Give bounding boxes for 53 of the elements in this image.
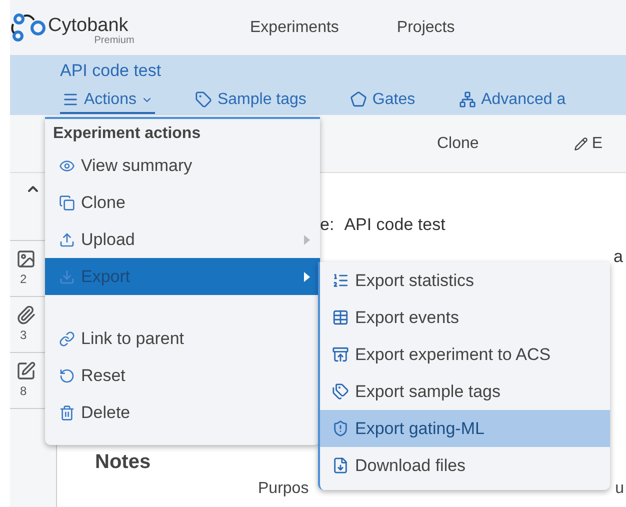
menu-item[interactable]: View summary — [45, 147, 320, 184]
paperclip-icon[interactable] — [16, 305, 36, 325]
item-count: 2 — [20, 272, 27, 286]
purpose-label: Purpos — [258, 480, 309, 498]
text-fragment: u — [615, 480, 624, 498]
trash-icon — [59, 404, 75, 420]
menu-item[interactable]: Export experiment to ACS — [320, 336, 610, 373]
text-fragment: a — [614, 247, 623, 267]
menu-item[interactable]: Upload — [45, 221, 320, 258]
nav-link[interactable]: Projects — [396, 18, 455, 36]
name-value: API code test — [344, 215, 446, 235]
logo-icon — [10, 12, 48, 44]
file-download-icon — [332, 457, 349, 474]
menu-header: Experiment actions — [52, 124, 202, 144]
nav-link[interactable]: Experiments — [250, 18, 339, 36]
notes-heading: Notes — [95, 451, 151, 474]
edit-button[interactable]: E — [574, 134, 602, 152]
list-icon — [332, 272, 349, 289]
archive-icon — [332, 346, 349, 363]
upload-icon — [59, 232, 75, 248]
download-icon — [59, 268, 75, 284]
logo-subtitle: Premium — [94, 36, 134, 46]
menu-item[interactable]: Export events — [320, 299, 610, 336]
menu-item[interactable]: Export sample tags — [320, 373, 610, 410]
pencil-icon — [574, 136, 588, 150]
hierarchy-icon — [459, 91, 476, 108]
table-icon — [332, 309, 349, 326]
menu-icon — [62, 91, 79, 108]
tab[interactable]: Gates — [348, 87, 418, 114]
menu-item[interactable]: Clone — [45, 184, 320, 221]
tag-icon — [195, 91, 212, 108]
tags-icon — [332, 383, 349, 400]
menu-item[interactable]: Reset — [45, 357, 320, 394]
menu-item[interactable]: Delete — [45, 394, 320, 431]
item-count: 8 — [20, 384, 27, 398]
link-icon — [59, 330, 75, 346]
menu-item[interactable]: Export gating-ML — [320, 410, 610, 447]
clone-button[interactable]: Clone — [437, 134, 479, 152]
menu-item[interactable]: Export statistics — [320, 262, 610, 299]
copy-icon — [59, 194, 75, 210]
menu-item[interactable]: Download files — [320, 447, 610, 484]
experiment-title: API code test — [60, 61, 162, 81]
logo-text: Cytobank — [48, 16, 128, 36]
tab[interactable]: Advanced a — [457, 87, 568, 114]
name-label: e: — [320, 215, 334, 235]
menu-item[interactable]: Link to parent — [45, 320, 320, 357]
eye-icon — [59, 158, 75, 174]
item-count: 3 — [20, 328, 27, 342]
undo-icon — [59, 368, 75, 384]
pentagon-icon — [350, 91, 368, 108]
tab[interactable]: Sample tags — [193, 87, 308, 114]
edit-icon[interactable] — [16, 361, 36, 381]
image-icon[interactable] — [16, 249, 36, 269]
